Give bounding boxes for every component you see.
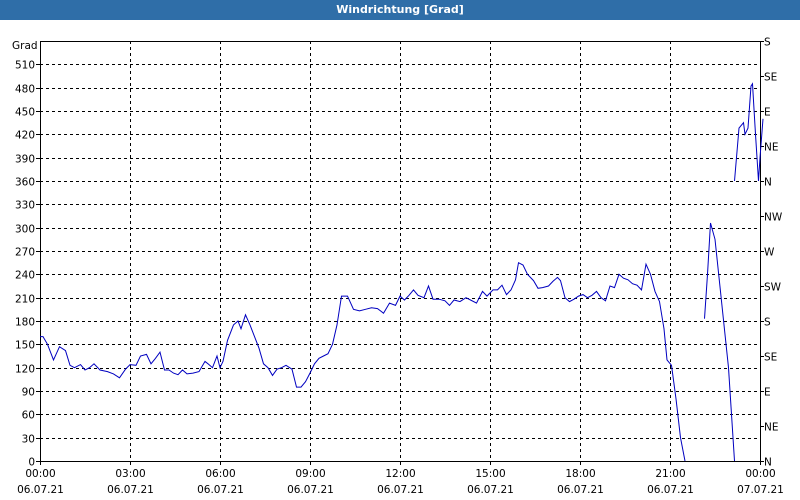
x-tick-date: 06.07.21: [557, 484, 604, 496]
series-line-segment: [734, 82, 764, 182]
x-tick-time: 03:00: [115, 468, 145, 480]
wind-direction-chart: Grad 0 30 60 90 120 150 180 210 240 270 300 330 360 3…: [12, 37, 784, 497]
y-tick-label: 450: [15, 107, 35, 119]
y-right-tick-label: NE: [764, 142, 779, 154]
x-axis-ticks: 00:00 06.07.21 03:00 06.07.21 06:00 06.07.21 0…: [17, 461, 784, 496]
y-axis-label: Grad: [12, 40, 38, 52]
y-right-tick-label: N: [764, 457, 772, 469]
y-right-tick-label: E: [764, 387, 771, 399]
y-axis-ticks-right: N NE E SE S SW W NW N NE E SE S: [760, 37, 783, 469]
x-tick-time: 00:00: [745, 468, 775, 480]
y-tick-label: 240: [15, 270, 35, 282]
y-tick-label: 0: [28, 457, 35, 469]
x-tick-time: 15:00: [475, 468, 505, 480]
y-tick-label: 150: [15, 340, 35, 352]
x-tick-time: 21:00: [655, 468, 685, 480]
y-tick-label: 30: [22, 434, 35, 446]
x-tick-time: 06:00: [205, 468, 235, 480]
series-line-segment: [40, 261, 686, 462]
y-right-tick-label: SW: [764, 282, 782, 294]
x-tick-date: 06.07.21: [377, 484, 424, 496]
y-tick-label: 480: [15, 84, 35, 96]
x-tick-date: 06.07.21: [17, 484, 64, 496]
y-right-tick-label: S: [764, 37, 771, 49]
x-tick-time: 12:00: [385, 468, 415, 480]
x-tick-date: 07.07.21: [737, 484, 784, 496]
y-tick-label: 180: [15, 317, 35, 329]
y-tick-label: 360: [15, 177, 35, 189]
y-tick-label: 330: [15, 200, 35, 212]
y-tick-label: 90: [22, 387, 35, 399]
x-tick-time: 09:00: [295, 468, 325, 480]
y-tick-label: 270: [15, 247, 35, 259]
x-tick-date: 06.07.21: [107, 484, 154, 496]
x-tick-date: 06.07.21: [287, 484, 334, 496]
y-right-tick-label: NE: [764, 422, 779, 434]
y-tick-label: 120: [15, 364, 35, 376]
y-right-tick-label: W: [764, 247, 775, 259]
y-tick-label: 210: [15, 294, 35, 306]
x-tick-time: 00:00: [25, 468, 55, 480]
y-tick-label: 420: [15, 130, 35, 142]
x-tick-date: 06.07.21: [647, 484, 694, 496]
y-tick-label: 510: [15, 60, 35, 72]
series-line-segment: [704, 222, 735, 462]
y-tick-label: 300: [15, 224, 35, 236]
y-right-tick-label: NW: [764, 212, 783, 224]
y-tick-label: 60: [22, 410, 35, 422]
x-tick-date: 06.07.21: [197, 484, 244, 496]
grid: [40, 41, 760, 461]
y-right-tick-label: SE: [764, 352, 777, 364]
x-tick-time: 18:00: [565, 468, 595, 480]
y-right-tick-label: N: [764, 177, 772, 189]
y-axis-ticks-left: 0 30 60 90 120 150 180 210 240 270 300 330 360 390 420…: [15, 60, 40, 469]
series-windrichtung: [40, 82, 764, 462]
y-right-tick-label: E: [764, 107, 771, 119]
x-tick-date: 06.07.21: [467, 484, 514, 496]
window-title: Windrichtung [Grad]: [0, 0, 800, 20]
y-right-tick-label: S: [764, 317, 771, 329]
y-right-tick-label: SE: [764, 72, 777, 84]
y-tick-label: 390: [15, 154, 35, 166]
